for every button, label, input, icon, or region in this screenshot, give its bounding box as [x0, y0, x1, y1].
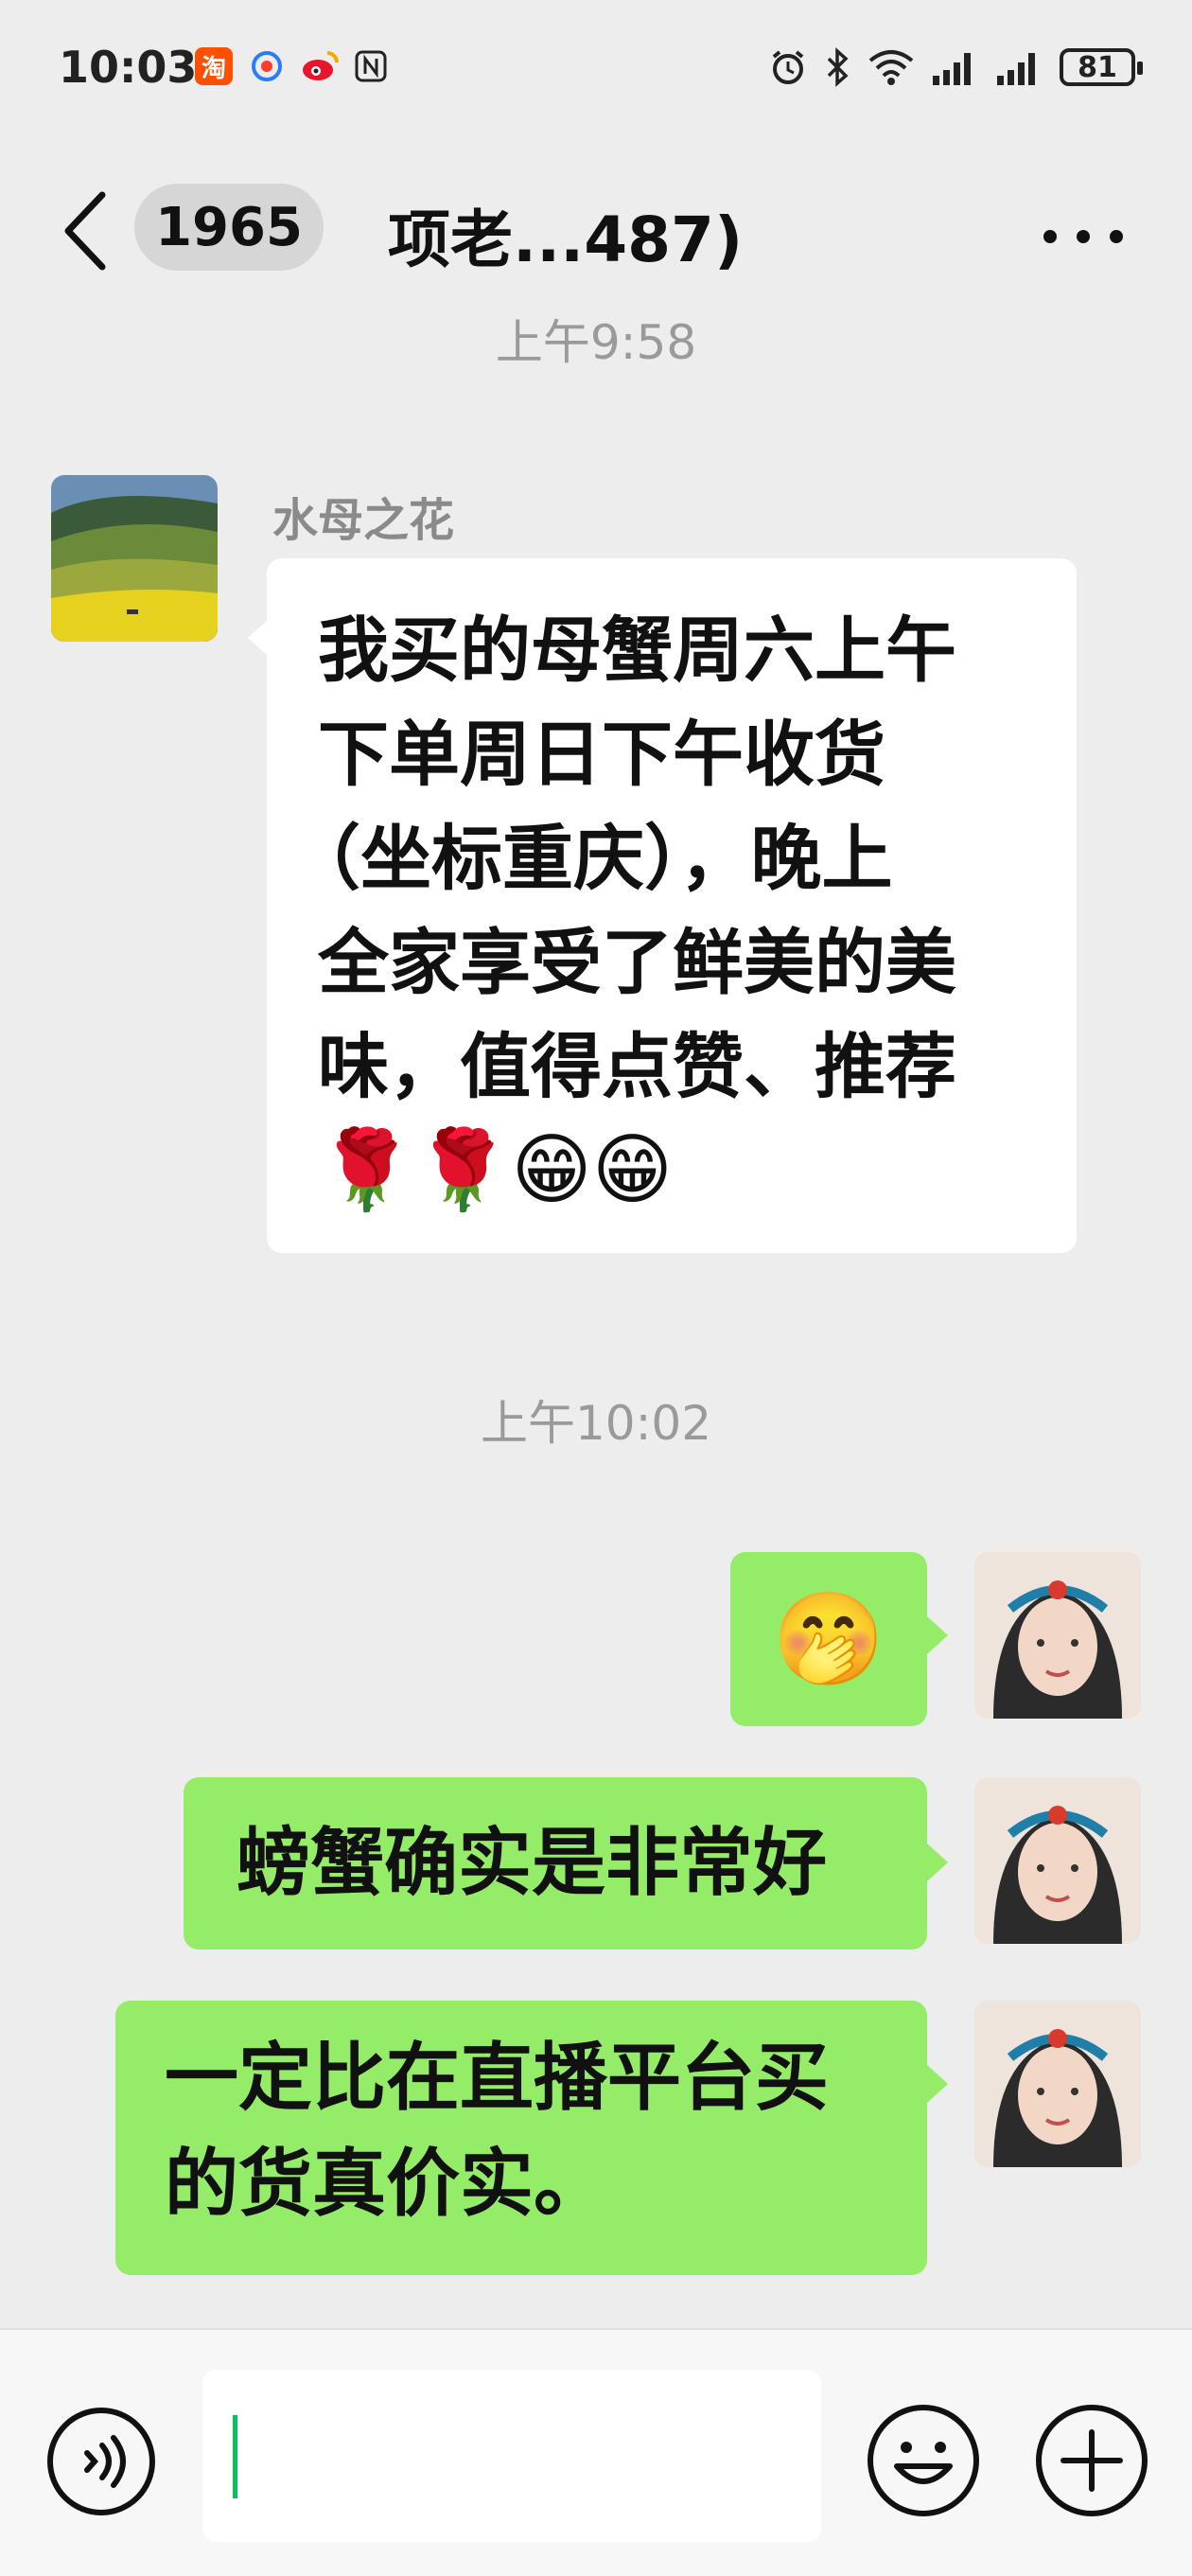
bubble-tail: [927, 2065, 948, 2103]
more-icon: [1043, 230, 1123, 243]
chevron-left-icon: [64, 191, 106, 271]
plus-icon: [1036, 2405, 1148, 2516]
emoji-line: 🌹🌹😁😁: [318, 1125, 674, 1215]
timestamp: 上午10:02: [480, 1396, 712, 1451]
message-text: 螃蟹确实是非常好: [237, 1821, 828, 1906]
bluetooth-icon: [827, 47, 849, 87]
message-line: 全家享受了鲜美的美: [318, 921, 957, 1004]
back-button[interactable]: [57, 185, 114, 276]
outgoing-message-bubble[interactable]: 🤭: [730, 1552, 927, 1726]
my-avatar[interactable]: [974, 1552, 1141, 1719]
browser-icon: [248, 47, 286, 85]
bubble-tail: [927, 1616, 948, 1654]
weibo-icon: [301, 47, 339, 85]
text-caret: [233, 2415, 237, 2498]
more-functions-button[interactable]: [1033, 2402, 1150, 2519]
bubble-tail: [927, 1844, 948, 1881]
message-line: 一定比在直播平台买: [165, 2036, 830, 2121]
message-line: 下单周日下午收货: [318, 713, 886, 796]
bubble-tail: [248, 619, 269, 657]
message-line: （坐标重庆），晚上: [289, 817, 893, 900]
status-right-icons: 81: [768, 45, 1143, 89]
my-avatar[interactable]: [974, 2001, 1141, 2167]
signal-icon: [933, 53, 971, 85]
nfc-icon: [352, 47, 390, 85]
my-avatar[interactable]: [974, 1777, 1141, 1944]
voice-icon: [47, 2408, 155, 2515]
alarm-icon: [772, 50, 804, 84]
taobao-icon: 淘: [195, 47, 233, 85]
message-line: 味，值得点赞、推荐: [318, 1025, 957, 1108]
more-button[interactable]: [1031, 208, 1135, 265]
unread-count-badge[interactable]: 1965: [134, 184, 324, 271]
signal-icon-2: [997, 53, 1035, 85]
status-time: 10:03: [59, 42, 198, 93]
timestamp: 上午9:58: [495, 315, 697, 370]
message-line: 我买的母蟹周六上午: [318, 609, 957, 692]
voice-button[interactable]: [45, 2406, 157, 2517]
message-text: 我买的母蟹周六上午 下单周日下午收货 （坐标重庆），晚上 全家享受了鲜美的美 味…: [267, 558, 1077, 1242]
chat-header: 1965 项老...487): [0, 142, 1192, 322]
message-input[interactable]: [202, 2370, 821, 2542]
emoji-button[interactable]: [865, 2402, 982, 2519]
input-bar: [0, 2328, 1192, 2576]
wifi-icon: [868, 50, 914, 85]
sender-name: 水母之花: [272, 494, 455, 547]
smiley-icon: [868, 2405, 979, 2516]
sender-avatar[interactable]: [51, 475, 218, 642]
battery-icon: 81: [1060, 48, 1143, 86]
chat-title: 项老...487): [388, 203, 744, 276]
outgoing-message-bubble[interactable]: 螃蟹确实是非常好: [184, 1777, 927, 1950]
emoji-message: 🤭: [772, 1586, 885, 1692]
incoming-message-bubble[interactable]: 我买的母蟹周六上午 下单周日下午收货 （坐标重庆），晚上 全家享受了鲜美的美 味…: [267, 558, 1077, 1253]
message-line: 的货真价实。: [165, 2142, 608, 2227]
outgoing-message-bubble[interactable]: 一定比在直播平台买 的货真价实。: [115, 2001, 927, 2275]
status-bar: 10:03 淘 81: [0, 0, 1192, 142]
